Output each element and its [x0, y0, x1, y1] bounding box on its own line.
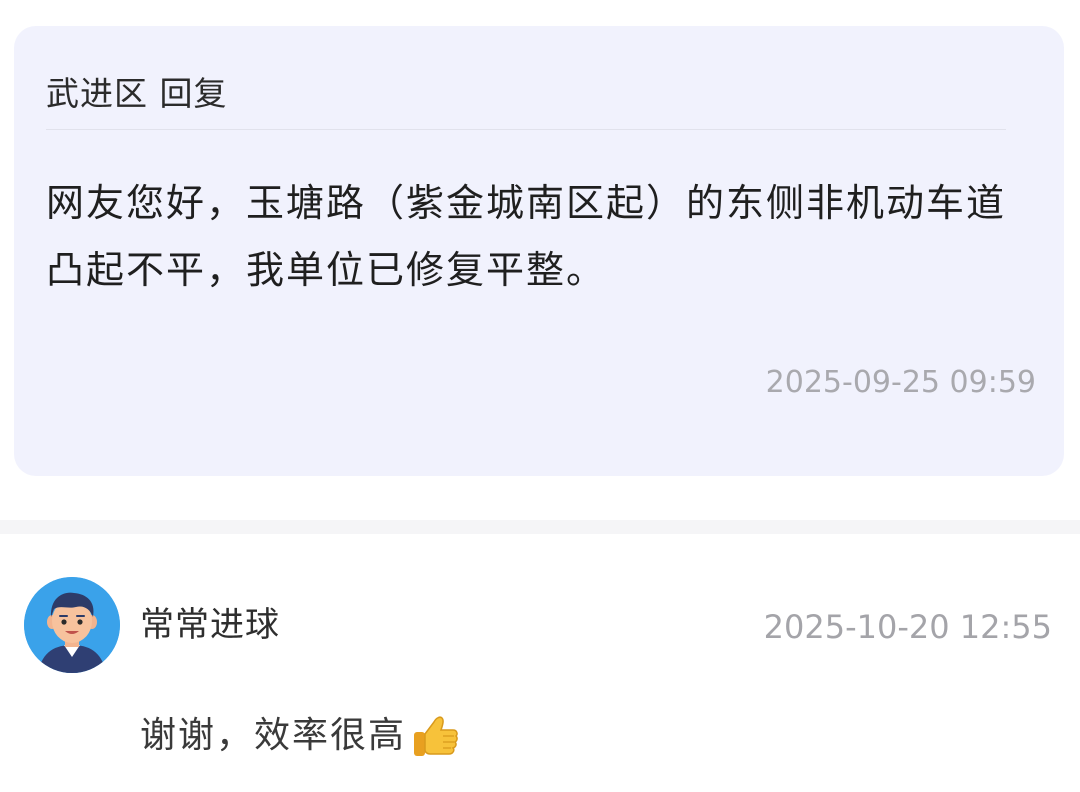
reply-divider: [46, 129, 1006, 130]
comment-text: 谢谢，效率很高: [140, 715, 407, 756]
thumbs-up-icon: [410, 710, 462, 762]
comment-text-row: 谢谢，效率很高: [140, 710, 462, 762]
comment-timestamp: 2025-10-20 12:55: [763, 608, 1052, 646]
section-divider: [0, 520, 1080, 534]
comment-username[interactable]: 常常进球: [140, 603, 280, 647]
user-avatar-icon[interactable]: [24, 577, 120, 673]
reply-timestamp: 2025-09-25 09:59: [765, 365, 1036, 400]
cartoon-man-avatar-icon: [24, 577, 120, 673]
reply-header: 武进区 回复: [46, 74, 228, 113]
reply-body: 网友您好，玉塘路（紫金城南区起）的东侧非机动车道凸起不平，我单位已修复平整。: [46, 181, 1007, 292]
